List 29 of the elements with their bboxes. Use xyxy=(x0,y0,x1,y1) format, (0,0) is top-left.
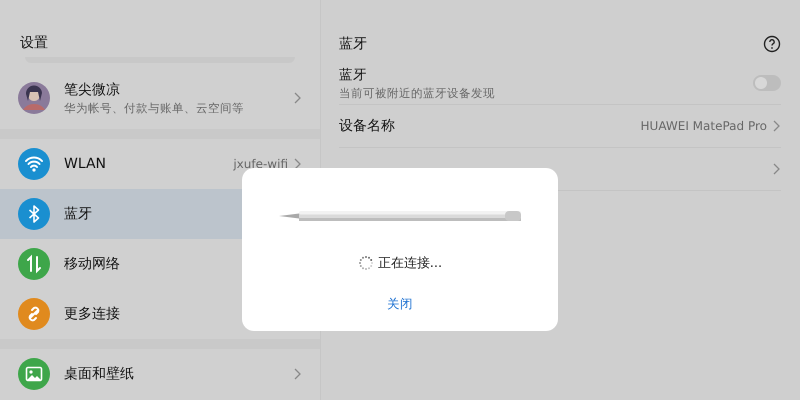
settings-item[interactable]: 更多连接 xyxy=(0,289,320,339)
toggle-switch[interactable] xyxy=(753,75,781,91)
settings-item[interactable]: 桌面和壁纸 xyxy=(0,349,320,399)
help-icon xyxy=(763,35,781,53)
settings-item[interactable]: WLAN jxufe-wifi xyxy=(0,139,320,189)
item-label: 笔尖微凉 xyxy=(64,80,121,98)
status-text: 正在连接... xyxy=(378,255,442,272)
item-label: 更多连接 xyxy=(64,305,121,323)
chevron-icon xyxy=(771,120,781,132)
settings-row[interactable]: 设备名称 HUAWEI MatePad Pro xyxy=(339,105,781,148)
row-label: 蓝牙 xyxy=(339,66,368,84)
item-label: 移动网络 xyxy=(64,255,121,273)
page-title: 设置 xyxy=(19,34,49,52)
settings-item[interactable]: 移动网络 xyxy=(0,239,320,289)
settings-item[interactable]: 笔尖微凉 华为帐号、付款与账单、云空间等 xyxy=(0,71,320,125)
page-title: 蓝牙 xyxy=(339,35,367,53)
row-label: 设备名称 xyxy=(339,117,396,135)
row-subtitle: 当前可被附近的蓝牙设备发现 xyxy=(339,86,496,100)
item-value: jxufe-wifi xyxy=(233,157,288,171)
row-value: HUAWEI MatePad Pro xyxy=(640,119,767,133)
avatar-icon xyxy=(18,82,50,114)
settings-row[interactable]: 蓝牙 当前可被附近的蓝牙设备发现 xyxy=(339,62,781,105)
item-label: 蓝牙 xyxy=(64,205,93,223)
spinner-icon xyxy=(358,255,374,271)
item-label: 桌面和壁纸 xyxy=(64,365,135,383)
close-button[interactable]: 关闭 xyxy=(377,292,423,317)
chevron-icon xyxy=(771,163,781,175)
item-subtitle: 华为帐号、付款与账单、云空间等 xyxy=(64,100,245,116)
item-label: WLAN xyxy=(64,156,108,172)
